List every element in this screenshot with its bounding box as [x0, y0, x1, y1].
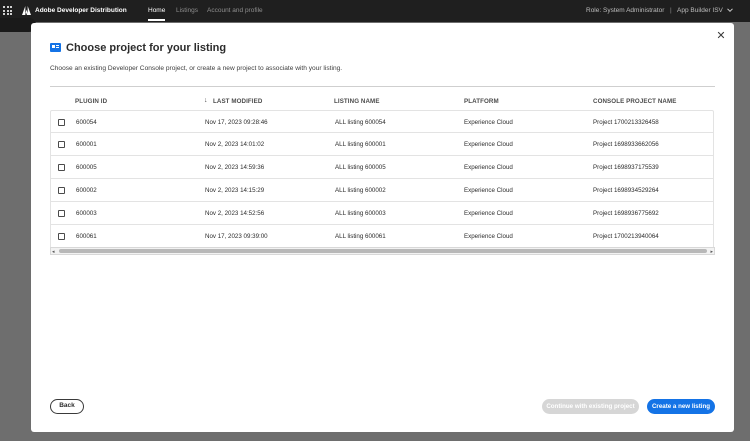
table-row[interactable]: 600054 Nov 17, 2023 09:28:46 ALL listing…: [50, 110, 714, 133]
create-new-listing-button[interactable]: Create a new listing: [647, 399, 715, 414]
back-button[interactable]: Back: [50, 399, 84, 414]
top-bar: Adobe Developer Distribution Home Listin…: [0, 0, 750, 22]
cell-console-project: Project 1700213940064: [593, 233, 659, 240]
nav-home-active-indicator: [148, 19, 165, 21]
cell-listing-name: ALL listing 600061: [335, 233, 386, 240]
dialog-description: Choose an existing Developer Console pro…: [50, 65, 343, 72]
cell-console-project: Project 1698937175539: [593, 164, 659, 171]
column-header-plugin-id[interactable]: PLUGIN ID: [75, 98, 107, 105]
row-checkbox[interactable]: [58, 164, 65, 171]
cell-last-modified: Nov 2, 2023 14:15:29: [205, 187, 265, 194]
row-checkbox[interactable]: [58, 210, 65, 217]
row-checkbox[interactable]: [58, 233, 65, 240]
cell-console-project: Project 1700213326458: [593, 119, 659, 126]
cell-listing-name: ALL listing 600003: [335, 210, 386, 217]
divider: [50, 86, 715, 87]
column-header-listing-name[interactable]: LISTING NAME: [334, 98, 380, 105]
cell-platform: Experience Cloud: [464, 233, 513, 240]
cell-plugin-id: 600061: [76, 233, 97, 240]
project-card-icon: [50, 43, 61, 52]
cell-last-modified: Nov 2, 2023 14:59:36: [205, 164, 265, 171]
role-label: Role: System Administrator: [586, 7, 665, 14]
nav-listings[interactable]: Listings: [176, 7, 198, 14]
cell-last-modified: Nov 2, 2023 14:52:56: [205, 210, 265, 217]
cell-last-modified: Nov 2, 2023 14:01:02: [205, 141, 265, 148]
cell-console-project: Project 1698934529264: [593, 187, 659, 194]
table-row[interactable]: 600001 Nov 2, 2023 14:01:02 ALL listing …: [50, 133, 714, 156]
cell-console-project: Project 1698936775692: [593, 210, 659, 217]
cell-platform: Experience Cloud: [464, 187, 513, 194]
context-switcher[interactable]: App Builder ISV: [677, 7, 723, 14]
column-header-console-project-name[interactable]: CONSOLE PROJECT NAME: [593, 98, 676, 105]
horizontal-scrollbar[interactable]: ◂ ▸: [50, 247, 715, 255]
dialog-title: Choose project for your listing: [66, 42, 227, 54]
chevron-down-icon[interactable]: [727, 7, 733, 13]
arrow-down-icon[interactable]: ↓: [204, 97, 208, 104]
cell-last-modified: Nov 17, 2023 09:39:00: [205, 233, 268, 240]
cell-platform: Experience Cloud: [464, 164, 513, 171]
table-row[interactable]: 600005 Nov 2, 2023 14:59:36 ALL listing …: [50, 156, 714, 179]
table-row[interactable]: 600002 Nov 2, 2023 14:15:29 ALL listing …: [50, 179, 714, 202]
cell-listing-name: ALL listing 600001: [335, 141, 386, 148]
close-icon[interactable]: ✕: [716, 31, 726, 42]
table-row[interactable]: 600061 Nov 17, 2023 09:39:00 ALL listing…: [50, 225, 714, 248]
cell-plugin-id: 600005: [76, 164, 97, 171]
cell-listing-name: ALL listing 600005: [335, 164, 386, 171]
cell-plugin-id: 600002: [76, 187, 97, 194]
cell-platform: Experience Cloud: [464, 210, 513, 217]
row-checkbox[interactable]: [58, 141, 65, 148]
app-switcher-icon[interactable]: [3, 6, 12, 15]
continue-with-existing-project-button[interactable]: Continue with existing project: [542, 399, 639, 414]
column-header-last-modified[interactable]: LAST MODIFIED: [213, 98, 262, 105]
scrollbar-thumb[interactable]: [59, 249, 707, 253]
brand-name[interactable]: Adobe Developer Distribution: [35, 7, 127, 14]
cell-last-modified: Nov 17, 2023 09:28:46: [205, 119, 268, 126]
cell-platform: Experience Cloud: [464, 141, 513, 148]
cell-plugin-id: 600001: [76, 141, 97, 148]
cell-plugin-id: 600003: [76, 210, 97, 217]
row-checkbox[interactable]: [58, 119, 65, 126]
cell-plugin-id: 600054: [76, 119, 97, 126]
cell-listing-name: ALL listing 600002: [335, 187, 386, 194]
cell-platform: Experience Cloud: [464, 119, 513, 126]
table-row[interactable]: 600003 Nov 2, 2023 14:52:56 ALL listing …: [50, 202, 714, 225]
scroll-right-icon[interactable]: ▸: [710, 249, 713, 255]
nav-home[interactable]: Home: [148, 7, 165, 14]
cell-console-project: Project 1698933662056: [593, 141, 659, 148]
column-header-platform[interactable]: PLATFORM: [464, 98, 499, 105]
scroll-left-icon[interactable]: ◂: [52, 249, 55, 255]
row-checkbox[interactable]: [58, 187, 65, 194]
cell-listing-name: ALL listing 600054: [335, 119, 386, 126]
nav-account-and-profile[interactable]: Account and profile: [207, 7, 263, 14]
topbar-separator: |: [670, 7, 672, 14]
adobe-logo-icon: [22, 6, 31, 15]
